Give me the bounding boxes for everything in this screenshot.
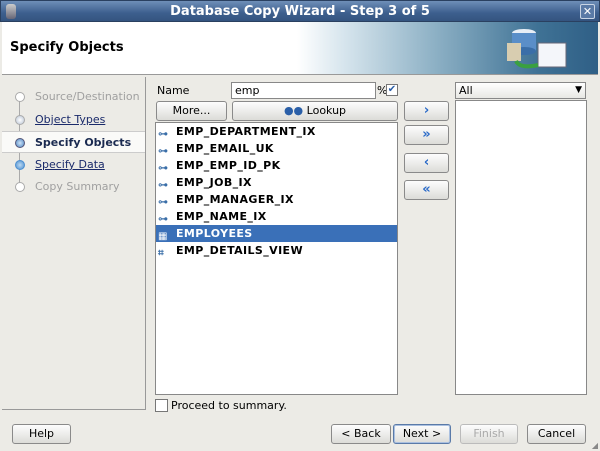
resize-grip[interactable]: ◢	[592, 441, 598, 450]
list-item-label: EMP_NAME_IX	[176, 210, 267, 223]
list-item-label: EMP_MANAGER_IX	[176, 193, 294, 206]
proceed-to-summary-label: Proceed to summary.	[171, 399, 287, 412]
view-icon: ⌗	[158, 248, 165, 259]
list-item[interactable]: ⊶ EMP_EMAIL_UK	[156, 140, 397, 157]
list-item-label: EMP_EMAIL_UK	[176, 142, 274, 155]
lookup-button[interactable]: ●● Lookup	[232, 101, 398, 121]
selected-objects-list[interactable]	[455, 100, 587, 395]
step-specify-data[interactable]: Specify Data	[2, 154, 145, 176]
back-button[interactable]: < Back	[331, 424, 391, 444]
list-item-label: EMP_DEPARTMENT_IX	[176, 125, 316, 138]
step-icon	[15, 138, 25, 148]
remove-all-button[interactable]: «	[404, 180, 449, 200]
step-copy-summary: Copy Summary	[2, 176, 145, 198]
move-all-button[interactable]: »	[404, 125, 449, 145]
list-item[interactable]: ⊶ EMP_MANAGER_IX	[156, 191, 397, 208]
name-label: Name	[157, 84, 190, 97]
name-input[interactable]: emp	[231, 82, 376, 99]
remove-selected-button[interactable]: ‹	[404, 153, 449, 173]
step-object-types[interactable]: Object Types	[2, 109, 145, 131]
list-item[interactable]: ▦ EMPLOYEES	[156, 225, 397, 242]
list-item-label: EMPLOYEES	[176, 227, 253, 240]
close-icon[interactable]: ✕	[580, 4, 595, 19]
app-icon	[6, 4, 16, 19]
lookup-label: Lookup	[306, 104, 347, 117]
page-title: Specify Objects	[10, 40, 124, 55]
selected-filter-dropdown[interactable]: All ▼	[455, 82, 586, 99]
list-item[interactable]: ⊶ EMP_JOB_IX	[156, 174, 397, 191]
step-specify-objects: Specify Objects	[2, 131, 145, 153]
database-copy-icon	[507, 29, 567, 69]
step-icon	[15, 115, 25, 125]
dropdown-value: All	[459, 84, 473, 97]
binoculars-icon: ●●	[283, 104, 304, 117]
title-bar: Database Copy Wizard - Step 3 of 5 ✕	[0, 0, 600, 22]
window-title: Database Copy Wizard - Step 3 of 5	[170, 4, 430, 19]
list-item[interactable]: ⊶ EMP_DEPARTMENT_IX	[156, 123, 397, 140]
step-source-destination: Source/Destination	[2, 86, 145, 108]
step-label[interactable]: Object Types	[35, 113, 105, 126]
step-label[interactable]: Specify Data	[35, 158, 105, 171]
wizard-header: Specify Objects	[2, 22, 598, 75]
step-label: Source/Destination	[35, 90, 140, 103]
list-item[interactable]: ⊶ EMP_EMP_ID_PK	[156, 157, 397, 174]
step-icon	[15, 182, 25, 192]
cancel-button[interactable]: Cancel	[527, 424, 586, 444]
proceed-to-summary-checkbox[interactable]	[155, 399, 168, 412]
list-item[interactable]: ⌗ EMP_DETAILS_VIEW	[156, 242, 397, 259]
wildcard-checkbox[interactable]: ✔	[386, 84, 398, 96]
list-item-label: EMP_DETAILS_VIEW	[176, 244, 304, 257]
chevron-down-icon: ▼	[575, 85, 582, 95]
help-button[interactable]: Help	[12, 424, 71, 444]
step-label: Specify Objects	[35, 136, 132, 149]
list-item-label: EMP_JOB_IX	[176, 176, 252, 189]
step-icon	[15, 92, 25, 102]
banner-image	[297, 22, 598, 74]
wizard-steps: Source/Destination Object Types Specify …	[2, 77, 146, 410]
step-label: Copy Summary	[35, 180, 120, 193]
list-item-label: EMP_EMP_ID_PK	[176, 159, 281, 172]
move-selected-button[interactable]: ›	[404, 101, 449, 121]
list-item[interactable]: ⊶ EMP_NAME_IX	[156, 208, 397, 225]
finish-button: Finish	[460, 424, 518, 444]
more-button[interactable]: More...	[156, 101, 227, 121]
next-button[interactable]: Next >	[393, 424, 451, 444]
available-objects-list[interactable]: ⊶ EMP_DEPARTMENT_IX ⊶ EMP_EMAIL_UK ⊶ EMP_EMP_…	[155, 122, 398, 395]
step-icon	[15, 160, 25, 170]
